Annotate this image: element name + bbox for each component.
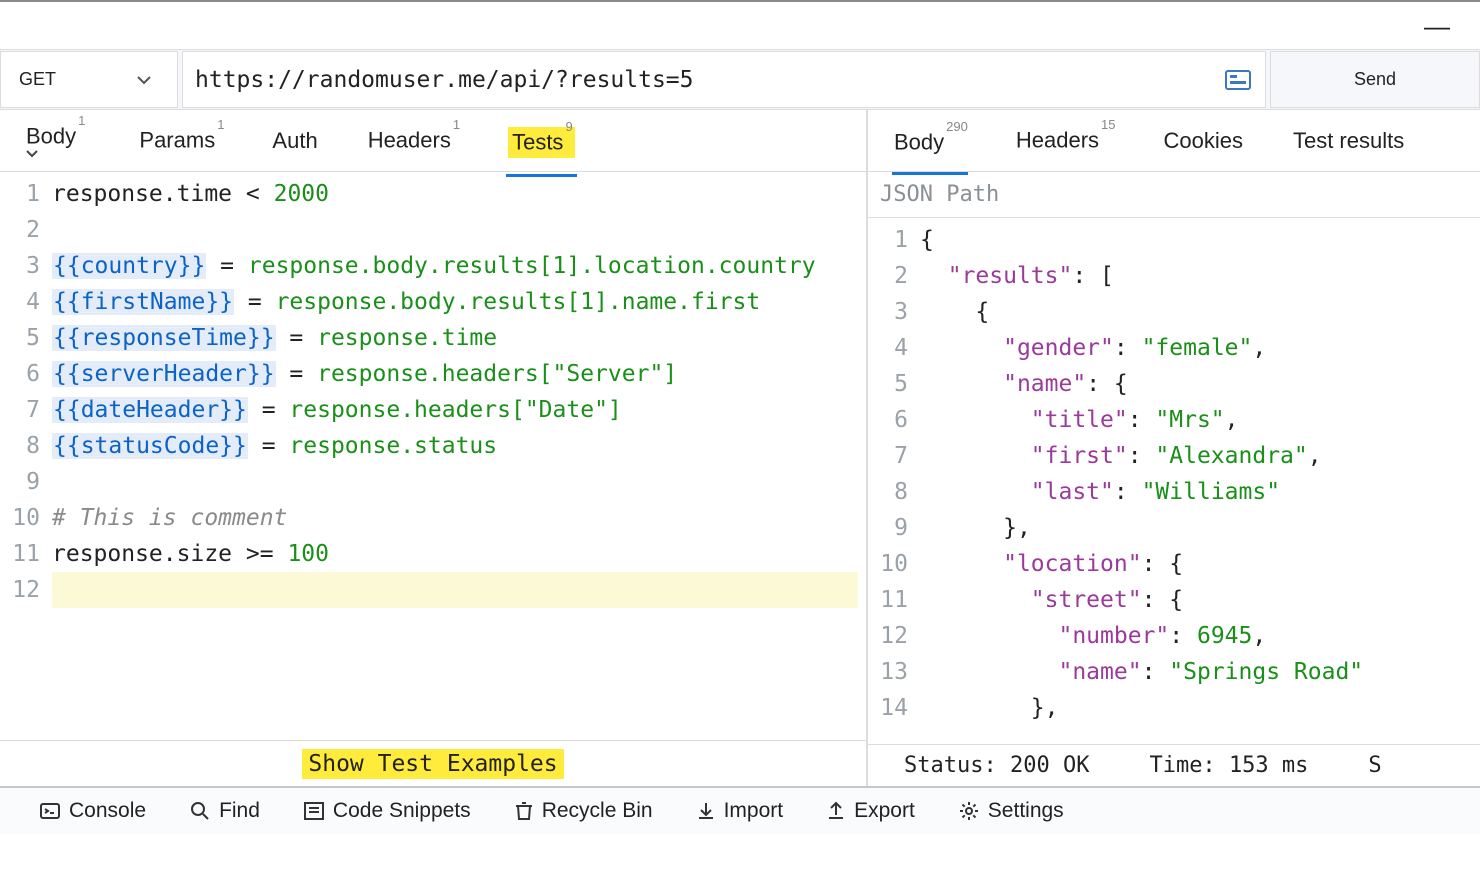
response-tab-test-results[interactable]: Test results	[1291, 123, 1406, 159]
request-tab-body[interactable]: Body1	[24, 118, 91, 163]
titlebar: —	[0, 0, 1480, 50]
bottombar-recycle[interactable]: Recycle Bin	[515, 799, 653, 823]
http-method-select[interactable]: GET	[0, 51, 178, 108]
response-viewer[interactable]: 1234567891011121314 { "results": [ { "ge…	[868, 218, 1480, 744]
bottombar-console[interactable]: Console	[40, 799, 146, 823]
response-code: { "results": [ { "gender": "female", "na…	[916, 218, 1480, 744]
request-tab-tests[interactable]: Tests9	[506, 122, 577, 176]
chevron-down-icon	[26, 149, 89, 158]
request-bar: GET https://randomuser.me/api/?results=5…	[0, 50, 1480, 110]
request-tab-auth[interactable]: Auth	[270, 123, 319, 159]
trash-icon	[515, 801, 533, 821]
bottom-toolbar: Console Find Code Snippets Recycle Bin Impor…	[0, 786, 1480, 834]
response-pane: Body290 Headers15 Cookies Test results JSON…	[868, 110, 1480, 786]
response-gutter: 1234567891011121314	[868, 218, 916, 744]
editor-code[interactable]: response.time < 2000 {{country}} = respo…	[48, 172, 866, 786]
console-icon	[40, 803, 60, 819]
response-tab-headers[interactable]: Headers15	[1014, 122, 1116, 158]
bottombar-export[interactable]: Export	[827, 799, 915, 823]
url-text: https://randomuser.me/api/?results=5	[195, 67, 694, 93]
response-tab-body[interactable]: Body290	[892, 124, 968, 174]
list-icon	[304, 802, 324, 820]
send-button[interactable]: Send	[1270, 51, 1480, 108]
request-pane: Body1 Params1 Auth Headers1 Tests9 123456789…	[0, 110, 868, 786]
response-status-bar: Status: 200 OK Time: 153 ms S	[868, 744, 1480, 786]
url-input[interactable]: https://randomuser.me/api/?results=5	[182, 51, 1266, 108]
response-tab-cookies[interactable]: Cookies	[1161, 123, 1244, 159]
bottombar-settings[interactable]: Settings	[959, 799, 1064, 823]
show-test-examples-link[interactable]: Show Test Examples	[0, 740, 866, 786]
bottombar-snippets[interactable]: Code Snippets	[304, 799, 471, 823]
chevron-down-icon	[137, 75, 151, 85]
variables-icon[interactable]	[1225, 70, 1251, 90]
request-tab-params[interactable]: Params1	[137, 122, 224, 158]
upload-icon	[827, 801, 845, 821]
download-icon	[697, 801, 715, 821]
request-tabs: Body1Params1AuthHeaders1Tests9	[0, 110, 866, 172]
request-tab-headers[interactable]: Headers1	[366, 122, 460, 158]
editor-gutter: 123456789101112	[0, 172, 48, 786]
bottombar-find[interactable]: Find	[190, 799, 260, 823]
response-tabs: Body290 Headers15 Cookies Test results	[868, 110, 1480, 172]
tests-editor[interactable]: 123456789101112 response.time < 2000 {{c…	[0, 172, 866, 786]
http-method-value: GET	[19, 69, 56, 90]
search-icon	[190, 801, 210, 821]
gear-icon	[959, 801, 979, 821]
bottombar-import[interactable]: Import	[697, 799, 784, 823]
json-path-input[interactable]: JSON Path	[868, 172, 1480, 218]
